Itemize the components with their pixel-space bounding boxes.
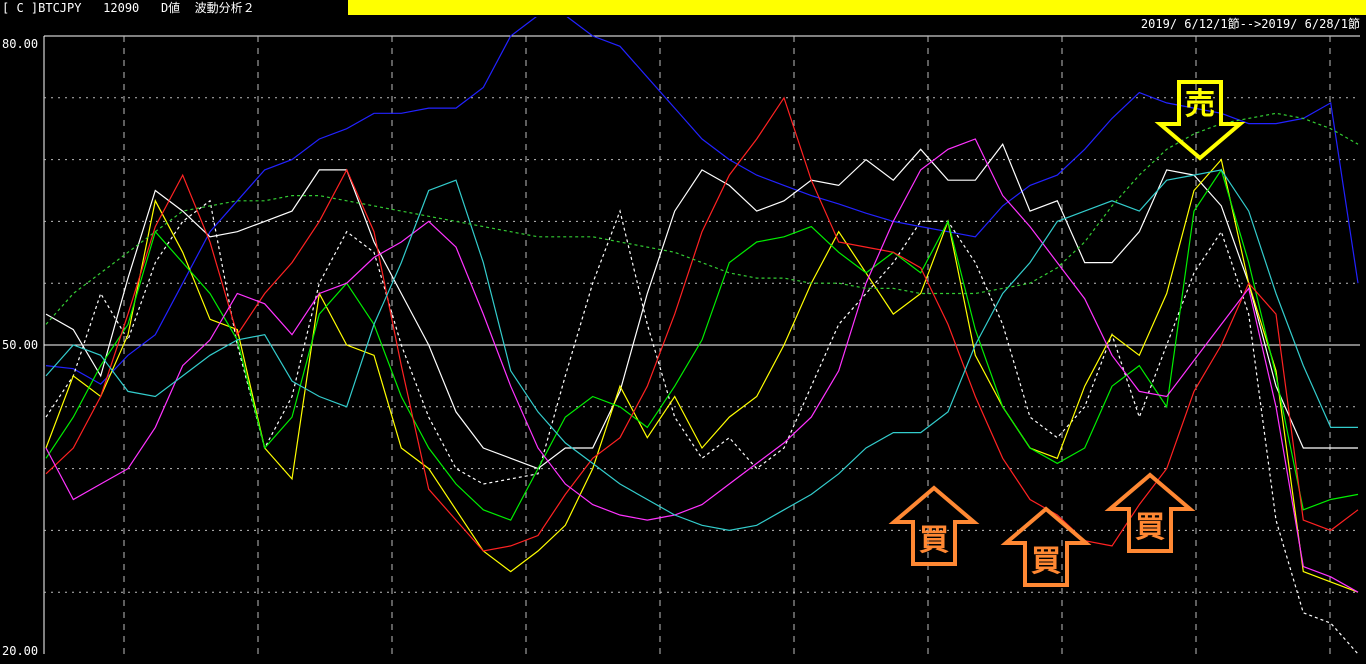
highlight-bar (348, 0, 1366, 15)
buy-label-2: 買 (1031, 544, 1061, 579)
series-line-8 (45, 112, 1359, 325)
series-line-2 (45, 199, 1359, 655)
buy-label-3: 買 (1135, 510, 1165, 545)
title-bar: [ C ]BTCJPY 12090 D値 波動分析２ (0, 0, 1366, 17)
wave-analysis-chart: 80.0050.0020.00売買買買 (2, 14, 1360, 658)
date-range-label: 2019/ 6/12/1節-->2019/ 6/28/1節 (1140, 17, 1360, 31)
sell-label-0: 売 (1185, 87, 1215, 122)
chart-title: [ C ]BTCJPY 12090 D値 波動分析２ (2, 1, 255, 15)
buy-label-1: 買 (919, 523, 949, 558)
y-tick-label: 80.00 (2, 37, 38, 51)
series-line-0 (45, 14, 1359, 385)
y-tick-label: 50.00 (2, 338, 38, 352)
y-tick-label: 20.00 (2, 644, 38, 658)
